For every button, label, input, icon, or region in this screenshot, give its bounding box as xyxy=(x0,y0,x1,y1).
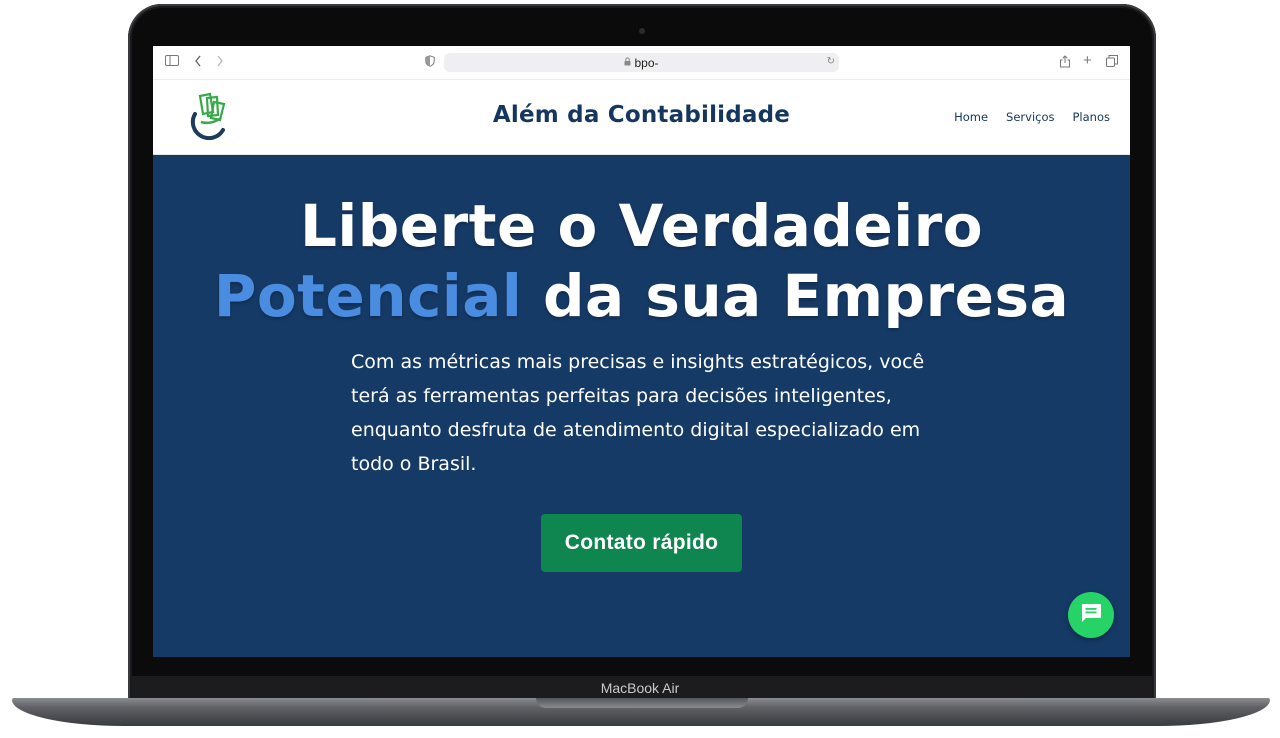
share-icon[interactable] xyxy=(1059,55,1071,71)
quick-contact-button[interactable]: Contato rápido xyxy=(541,514,742,572)
site-header: Além da Contabilidade Home Serviços Plan… xyxy=(153,80,1130,155)
hero-headline: Liberte o Verdadeiro Potencial da sua Em… xyxy=(153,191,1130,331)
camera xyxy=(639,28,645,34)
model-label: MacBook Air xyxy=(600,680,680,696)
tabs-icon[interactable] xyxy=(1106,55,1118,70)
hero-section: Liberte o Verdadeiro Potencial da sua Em… xyxy=(153,155,1130,657)
plus-icon[interactable]: + xyxy=(1083,53,1092,68)
address-bar[interactable]: bpo- ↻ xyxy=(444,53,839,72)
hero-headline-line1: Liberte o Verdadeiro xyxy=(299,192,984,260)
hero-headline-rest: da sua Empresa xyxy=(522,262,1070,330)
main-nav: Home Serviços Planos xyxy=(954,110,1110,124)
sidebar-icon[interactable] xyxy=(165,55,179,69)
address-url: bpo- xyxy=(634,55,659,70)
nav-item-planos[interactable]: Planos xyxy=(1073,110,1111,124)
screen: bpo- ↻ + Além da Contabilidade Home Serv… xyxy=(153,46,1130,657)
hero-headline-accent: Potencial xyxy=(213,262,523,330)
laptop-notch xyxy=(536,698,748,708)
reload-icon[interactable]: ↻ xyxy=(827,56,835,67)
nav-item-servicos[interactable]: Serviços xyxy=(1006,110,1054,124)
nav-item-home[interactable]: Home xyxy=(954,110,988,124)
shield-icon[interactable] xyxy=(425,55,435,70)
browser-toolbar: bpo- ↻ + xyxy=(153,46,1130,80)
chat-bubble-icon xyxy=(1079,601,1103,630)
chat-button[interactable] xyxy=(1068,592,1114,638)
chevron-right-icon[interactable] xyxy=(216,55,224,70)
hero-description: Com as métricas mais precisas e insights… xyxy=(351,351,925,475)
chevron-left-icon[interactable] xyxy=(194,55,202,70)
lock-icon xyxy=(624,57,631,68)
